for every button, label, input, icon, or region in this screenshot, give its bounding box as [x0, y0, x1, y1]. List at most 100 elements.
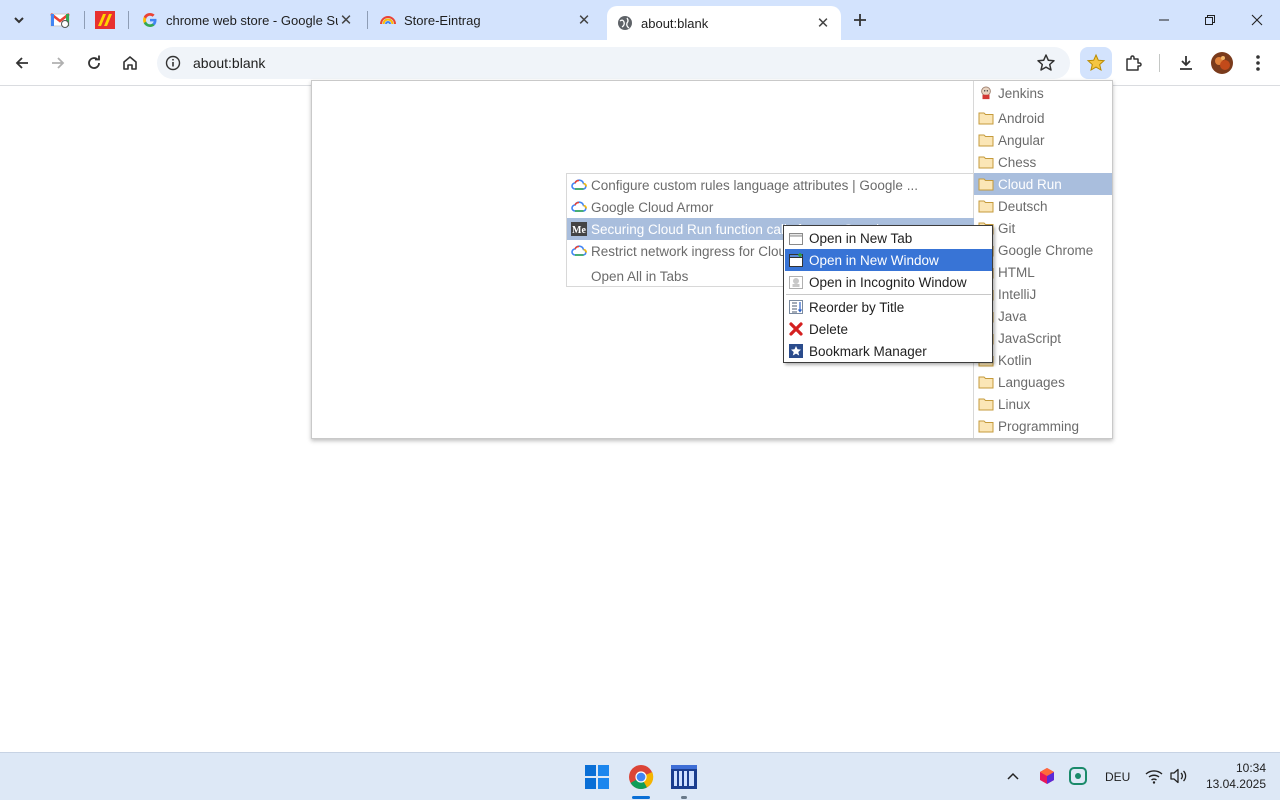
tab-search-button[interactable] — [6, 8, 32, 32]
menu-item-label: Reorder by Title — [809, 299, 905, 315]
close-tab-icon[interactable]: ✕ — [338, 12, 354, 29]
tab-chrome-web-store[interactable]: chrome web store - Google Suc ✕ — [132, 0, 364, 40]
network-button[interactable] — [1145, 768, 1163, 787]
folder-icon — [978, 376, 994, 389]
folder-label: Jenkins — [998, 85, 1044, 101]
folder-label: Kotlin — [998, 352, 1032, 368]
folder-label: Android — [998, 110, 1045, 126]
pinned-tab-gmail[interactable] — [47, 8, 73, 32]
google-cloud-icon — [571, 245, 587, 256]
menu-item-reorder-by-title[interactable]: Reorder by Title — [785, 296, 992, 318]
folder-label: Cloud Run — [998, 176, 1062, 192]
folder-icon — [978, 156, 994, 169]
menu-item-bookmark-manager[interactable]: Bookmark Manager — [785, 340, 992, 362]
gmail-icon — [50, 13, 70, 28]
bookmarks-extension-button[interactable] — [1080, 47, 1112, 79]
puzzle-icon — [1126, 55, 1142, 71]
menu-item-open-new-tab[interactable]: Open in New Tab — [785, 227, 992, 249]
tray-app-2[interactable] — [1069, 767, 1087, 788]
folder-icon — [978, 200, 994, 213]
tab-about-blank[interactable]: about:blank ✕ — [607, 6, 841, 40]
folder-item-jenkins[interactable]: Jenkins — [974, 82, 1112, 104]
globe-icon — [618, 16, 632, 30]
bookmark-star-icon[interactable] — [1036, 53, 1056, 76]
folder-item-google-chrome[interactable]: Google Chrome — [974, 239, 1112, 261]
reload-icon — [88, 55, 100, 69]
folder-label: Git — [998, 220, 1016, 236]
minimize-button[interactable] — [1141, 0, 1187, 40]
folder-item-programming[interactable]: Programming — [974, 415, 1112, 437]
folder-item-intellij[interactable]: IntelliJ — [974, 283, 1112, 305]
folder-item-cloud-run[interactable]: Cloud Run — [974, 173, 1112, 195]
star-folder-icon — [1086, 53, 1106, 72]
start-button[interactable] — [579, 759, 615, 795]
folder-item-linux[interactable]: Linux — [974, 393, 1112, 415]
menu-item-delete[interactable]: Delete — [785, 318, 992, 340]
folder-item-angular[interactable]: Angular — [974, 129, 1112, 151]
new-tab-button[interactable] — [848, 8, 872, 32]
downloads-button[interactable] — [1170, 47, 1202, 79]
profile-button[interactable] — [1206, 47, 1238, 79]
medium-icon: Me — [571, 222, 587, 236]
menu-item-open-new-window[interactable]: Open in New Window — [785, 249, 992, 271]
folder-item-deutsch[interactable]: Deutsch — [974, 195, 1112, 217]
folder-item-kotlin[interactable]: Kotlin — [974, 349, 1112, 371]
google-cloud-icon — [571, 179, 587, 190]
svg-text:Me: Me — [572, 225, 586, 236]
language-indicator[interactable]: DEU — [1105, 770, 1130, 784]
close-tab-icon[interactable]: ✕ — [576, 12, 592, 29]
app-window-icon — [671, 765, 697, 789]
chevron-down-icon — [14, 17, 24, 24]
clock[interactable]: 10:34 13.04.2025 — [1196, 761, 1266, 791]
folder-label: Programming — [998, 418, 1080, 434]
menu-item-label: Open in Incognito Window — [809, 274, 967, 290]
forward-button[interactable] — [42, 47, 74, 79]
close-window-button[interactable] — [1234, 0, 1280, 40]
bookmark-item[interactable]: Configure custom rules language attribut… — [567, 174, 974, 196]
chevron-up-icon — [1007, 772, 1019, 780]
folder-label: Chess — [998, 154, 1037, 170]
tray-overflow-button[interactable] — [1006, 769, 1020, 784]
site-info-icon[interactable] — [165, 55, 181, 74]
tab-separator — [367, 11, 368, 29]
folder-label: JavaScript — [998, 330, 1062, 346]
close-tab-icon[interactable]: ✕ — [815, 15, 831, 32]
tab-store-eintrag[interactable]: Store-Eintrag ✕ — [370, 0, 602, 40]
folder-label: IntelliJ — [998, 286, 1037, 302]
reload-button[interactable] — [78, 47, 110, 79]
address-bar[interactable]: about:blank — [157, 47, 1070, 79]
bookmark-label: Google Cloud Armor — [591, 199, 714, 215]
restore-button[interactable] — [1187, 0, 1233, 40]
taskbar-chrome[interactable] — [623, 759, 659, 795]
tray-app-1[interactable] — [1038, 767, 1056, 788]
folder-item-languages[interactable]: Languages — [974, 371, 1112, 393]
new-tab-icon — [788, 230, 804, 246]
clock-date: 13.04.2025 — [1205, 777, 1266, 791]
back-button[interactable] — [6, 47, 38, 79]
volume-button[interactable] — [1170, 768, 1188, 787]
menu-item-label: Bookmark Manager — [809, 343, 927, 359]
url-text[interactable]: about:blank — [193, 55, 265, 71]
taskbar-app[interactable] — [666, 759, 702, 795]
folder-item-javascript[interactable]: JavaScript — [974, 327, 1112, 349]
extensions-button[interactable] — [1117, 47, 1149, 79]
chrome-menu-button[interactable] — [1242, 47, 1274, 79]
folder-item-html[interactable]: HTML — [974, 261, 1112, 283]
home-button[interactable] — [114, 47, 146, 79]
folder-label: Languages — [998, 374, 1065, 390]
tab-title: chrome web store - Google Suc — [166, 12, 338, 28]
bookmark-manager-icon — [788, 343, 804, 359]
menu-item-open-incognito[interactable]: Open in Incognito Window — [785, 271, 992, 293]
folder-label: Java — [998, 308, 1027, 324]
minimize-icon — [1159, 19, 1169, 21]
folder-item-chess[interactable]: Chess — [974, 151, 1112, 173]
folder-item-git[interactable]: Git — [974, 217, 1112, 239]
pinned-tab-app[interactable] — [92, 8, 118, 32]
clock-time: 10:34 — [1235, 761, 1266, 775]
folder-icon — [978, 112, 994, 125]
folder-item-android[interactable]: Android — [974, 107, 1112, 129]
restore-icon — [1205, 15, 1215, 25]
folder-item-java[interactable]: Java — [974, 305, 1112, 327]
bookmark-item[interactable]: Google Cloud Armor — [567, 196, 974, 218]
tab-title: about:blank — [641, 15, 709, 31]
